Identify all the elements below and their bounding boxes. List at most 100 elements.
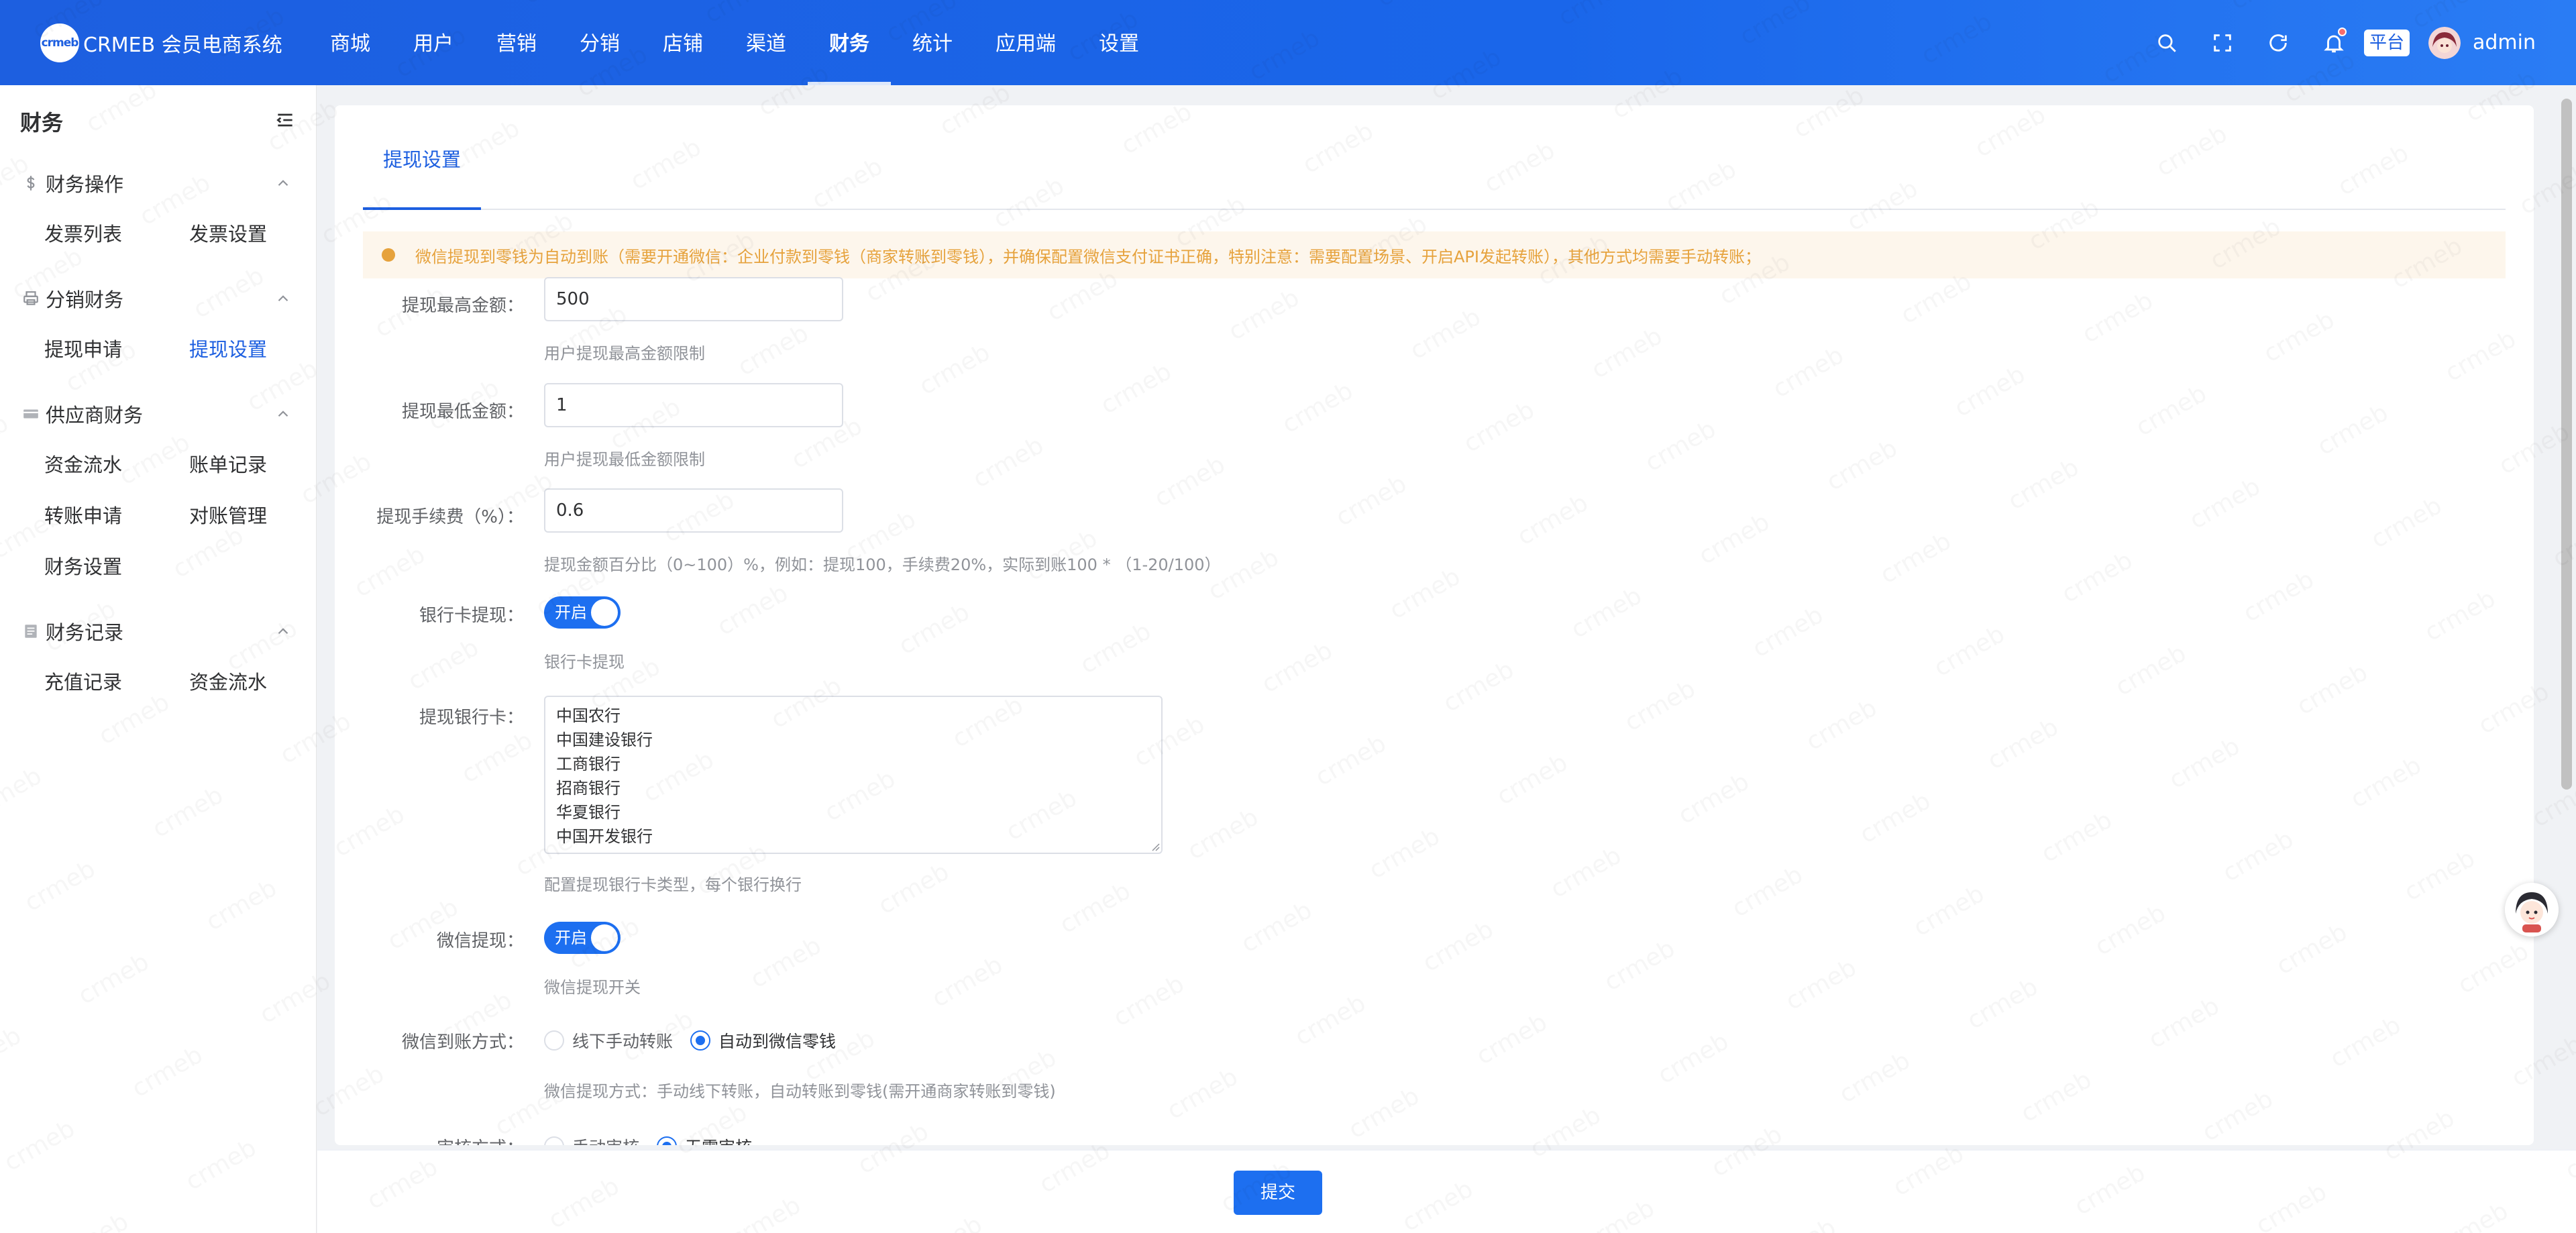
tab-bar: 提现设置	[363, 105, 2506, 210]
sidebar-item-reconciliation[interactable]: 对账管理	[189, 490, 334, 541]
menu-collapse-icon[interactable]	[274, 109, 296, 133]
top-nav: 商城 用户 营销 分销 店铺 渠道 财务 统计 应用端 设置	[309, 0, 1161, 85]
printer-icon	[21, 289, 40, 308]
textarea-line: 工商银行	[556, 755, 621, 773]
bank-withdraw-switch[interactable]: 开启	[544, 596, 621, 629]
settings-card: 提现设置 微信提现到零钱为自动到账（需要开通微信：企业付款到零钱（商家转账到零钱…	[335, 105, 2534, 1145]
form-label: 银行卡提现：	[419, 606, 524, 626]
dollar-icon	[21, 174, 40, 193]
sidebar-group-head[interactable]: 财务记录	[0, 606, 316, 657]
sidebar-item-transfer-requests[interactable]: 转账申请	[44, 490, 189, 541]
sidebar-group-head[interactable]: 分销财务	[0, 273, 316, 324]
app-logo[interactable]: crmeb CRMEB 会员电商系统	[40, 23, 282, 63]
sidebar-group-label: 分销财务	[46, 288, 124, 311]
max-amount-input[interactable]: 500	[544, 277, 843, 321]
page-scrollbar[interactable]	[2561, 99, 2572, 1205]
wechat-withdraw-switch[interactable]: 开启	[544, 922, 621, 954]
top-header: crmeb CRMEB 会员电商系统 商城 用户 营销 分销 店铺 渠道 财务 …	[0, 0, 2576, 85]
radio-auto-wechat[interactable]: 自动到微信零钱	[690, 1028, 836, 1053]
radio-manual-audit[interactable]: 手动审核	[544, 1134, 639, 1145]
radio-no-audit[interactable]: 无需审核	[657, 1134, 752, 1145]
chevron-up-icon	[278, 628, 288, 635]
submit-button[interactable]: 提交	[1234, 1171, 1322, 1215]
alert-text: 微信提现到零钱为自动到账（需要开通微信：企业付款到零钱（商家转账到零钱），并确保…	[415, 247, 1761, 266]
header-tools: 平台 admin	[2128, 0, 2536, 85]
refresh-icon[interactable]	[2261, 26, 2295, 60]
platform-badge[interactable]: 平台	[2363, 29, 2410, 56]
form-tip: 用户提现最低金额限制	[544, 450, 705, 469]
textarea-line: 招商银行	[556, 779, 621, 798]
nav-item-settings[interactable]: 设置	[1077, 0, 1161, 85]
sidebar-item-withdraw-requests[interactable]: 提现申请	[44, 324, 189, 375]
radio-circle	[544, 1030, 564, 1051]
textarea-line: 中国开发银行	[556, 827, 653, 846]
tab-withdraw-settings[interactable]: 提现设置	[363, 105, 482, 210]
sidebar-group-supplier-finance: 供应商财务 资金流水 账单记录 转账申请 对账管理 财务设置	[0, 388, 316, 592]
sidebar-item-withdraw-settings[interactable]: 提现设置	[189, 324, 334, 375]
nav-item-store[interactable]: 店铺	[641, 0, 724, 85]
radio-label: 自动到微信零钱	[718, 1032, 837, 1051]
alert-notice: 微信提现到零钱为自动到账（需要开通微信：企业付款到零钱（商家转账到零钱），并确保…	[363, 231, 2506, 278]
sidebar-group-label: 供应商财务	[46, 404, 144, 427]
logo-mark: crmeb	[40, 23, 79, 62]
nav-item-mall[interactable]: 商城	[309, 0, 392, 85]
sidebar-item-finance-settings[interactable]: 财务设置	[44, 541, 189, 592]
radio-offline-transfer[interactable]: 线下手动转账	[544, 1028, 673, 1053]
nav-item-channel[interactable]: 渠道	[724, 0, 808, 85]
sidebar-item-invoice-settings[interactable]: 发票设置	[189, 209, 334, 260]
warning-icon	[382, 248, 395, 262]
bell-icon[interactable]	[2317, 26, 2351, 60]
sidebar-group-label: 财务记录	[46, 621, 124, 644]
nav-item-users[interactable]: 用户	[392, 0, 475, 85]
textarea-line: 中国建设银行	[556, 731, 653, 749]
nav-item-finance[interactable]: 财务	[808, 0, 891, 85]
notification-dot	[2337, 27, 2347, 36]
fullscreen-icon[interactable]	[2206, 26, 2239, 60]
form-tip: 微信提现开关	[544, 978, 641, 997]
switch-text: 开启	[555, 603, 587, 622]
switch-knob	[591, 599, 618, 626]
user-avatar[interactable]	[2428, 26, 2461, 59]
customer-service-icon[interactable]	[2505, 883, 2559, 936]
card-icon	[21, 405, 40, 423]
username[interactable]: admin	[2473, 31, 2536, 54]
submit-bar: 提交	[317, 1150, 2576, 1233]
sidebar-group-head[interactable]: 供应商财务	[0, 388, 316, 439]
main-content: 提现设置 微信提现到零钱为自动到账（需要开通微信：企业付款到零钱（商家转账到零钱…	[317, 85, 2576, 1233]
scrollbar-thumb[interactable]	[2561, 99, 2572, 790]
radio-circle	[657, 1136, 678, 1145]
document-icon	[21, 622, 40, 641]
form-label: 审核方式：	[437, 1134, 524, 1145]
radio-circle	[690, 1030, 711, 1051]
app-title: CRMEB 会员电商系统	[83, 34, 282, 57]
sidebar: 财务 财务操作 发票列表 发票设置 分销财务 提现申请 提现设置 供应商财务 资…	[0, 85, 317, 1233]
form-tip: 提现金额百分比（0~100）%，例如：提现100，手续费20%，实际到账100 …	[544, 555, 1221, 574]
sidebar-group-head[interactable]: 财务操作	[0, 158, 316, 209]
radio-label: 手动审核	[572, 1134, 639, 1145]
sidebar-item-bill-records[interactable]: 账单记录	[189, 439, 334, 490]
sidebar-title: 财务	[20, 110, 64, 136]
sidebar-item-recharge-records[interactable]: 充值记录	[44, 657, 189, 708]
sidebar-item-fund-flow[interactable]: 资金流水	[44, 439, 189, 490]
switch-knob	[591, 924, 618, 951]
nav-item-distribution[interactable]: 分销	[558, 0, 641, 85]
sidebar-item-fund-flow-records[interactable]: 资金流水	[189, 657, 334, 708]
chevron-up-icon	[278, 180, 288, 186]
sidebar-group-finance-records: 财务记录 充值记录 资金流水	[0, 606, 316, 708]
search-icon[interactable]	[2150, 26, 2184, 60]
nav-item-statistics[interactable]: 统计	[891, 0, 974, 85]
form-label: 提现手续费（%）：	[376, 507, 524, 527]
min-amount-input[interactable]: 1	[544, 383, 843, 427]
banks-textarea[interactable]: 中国农行 中国建设银行 工商银行 招商银行 华夏银行 中国开发银行	[544, 696, 1163, 854]
sidebar-group-label: 财务操作	[46, 173, 124, 196]
form-tip: 配置提现银行卡类型，每个银行换行	[544, 875, 802, 894]
radio-label: 线下手动转账	[572, 1032, 674, 1051]
nav-item-apps[interactable]: 应用端	[974, 0, 1077, 85]
fee-input[interactable]: 0.6	[544, 488, 843, 533]
sidebar-item-invoice-list[interactable]: 发票列表	[44, 209, 189, 260]
textarea-line: 华夏银行	[556, 803, 621, 822]
resize-grip-icon[interactable]	[1150, 842, 1160, 851]
form-label: 提现银行卡：	[419, 708, 524, 728]
sidebar-group-distribution-finance: 分销财务 提现申请 提现设置	[0, 273, 316, 375]
nav-item-marketing[interactable]: 营销	[475, 0, 558, 85]
